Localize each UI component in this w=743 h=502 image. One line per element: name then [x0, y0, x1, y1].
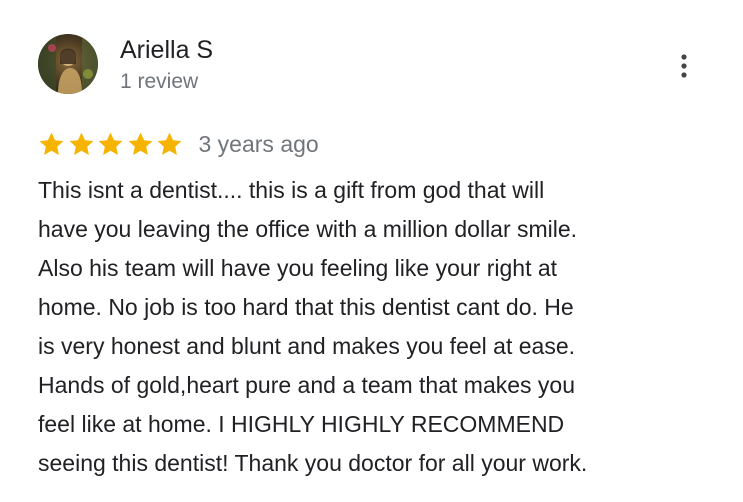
more-options-button[interactable]: [664, 46, 704, 86]
star-icon: [128, 132, 152, 155]
user-photo-avatar-icon: [38, 34, 98, 94]
avatar[interactable]: [38, 34, 98, 94]
review-text-line: This isnt a dentist.... this is a gift f…: [38, 177, 545, 203]
review-date: 3 years ago: [198, 130, 319, 157]
star-rating: [37, 130, 185, 159]
review-text-line: is very honest and blunt and makes you f…: [38, 333, 575, 359]
review-text: This isnt a dentist.... this is a gift f…: [38, 171, 718, 483]
star-icon: [69, 132, 93, 155]
review-text-line: seeing this dentist! Thank you doctor fo…: [38, 450, 588, 476]
star-icon: [157, 132, 182, 155]
review-text-line: feel like at home. I HIGHLY HIGHLY RECOM…: [38, 411, 565, 437]
review-card: Ariella S 1 review 3 years ago This isnt…: [0, 0, 743, 502]
review-text-line: home. No job is too hard that this denti…: [38, 294, 574, 320]
reviewer-review-count[interactable]: 1 review: [120, 68, 198, 96]
review-text-line: have you leaving the office with a milli…: [38, 216, 578, 242]
reviewer-name[interactable]: Ariella S: [120, 34, 213, 66]
star-icon: [39, 132, 64, 155]
review-text-line: Hands of gold,heart pure and a team that…: [38, 372, 575, 398]
star-icon: [98, 132, 123, 155]
review-text-line: Also his team will have you feeling like…: [38, 255, 558, 281]
rating-row: 3 years ago: [37, 128, 319, 160]
more-vertical-icon: [681, 54, 687, 78]
